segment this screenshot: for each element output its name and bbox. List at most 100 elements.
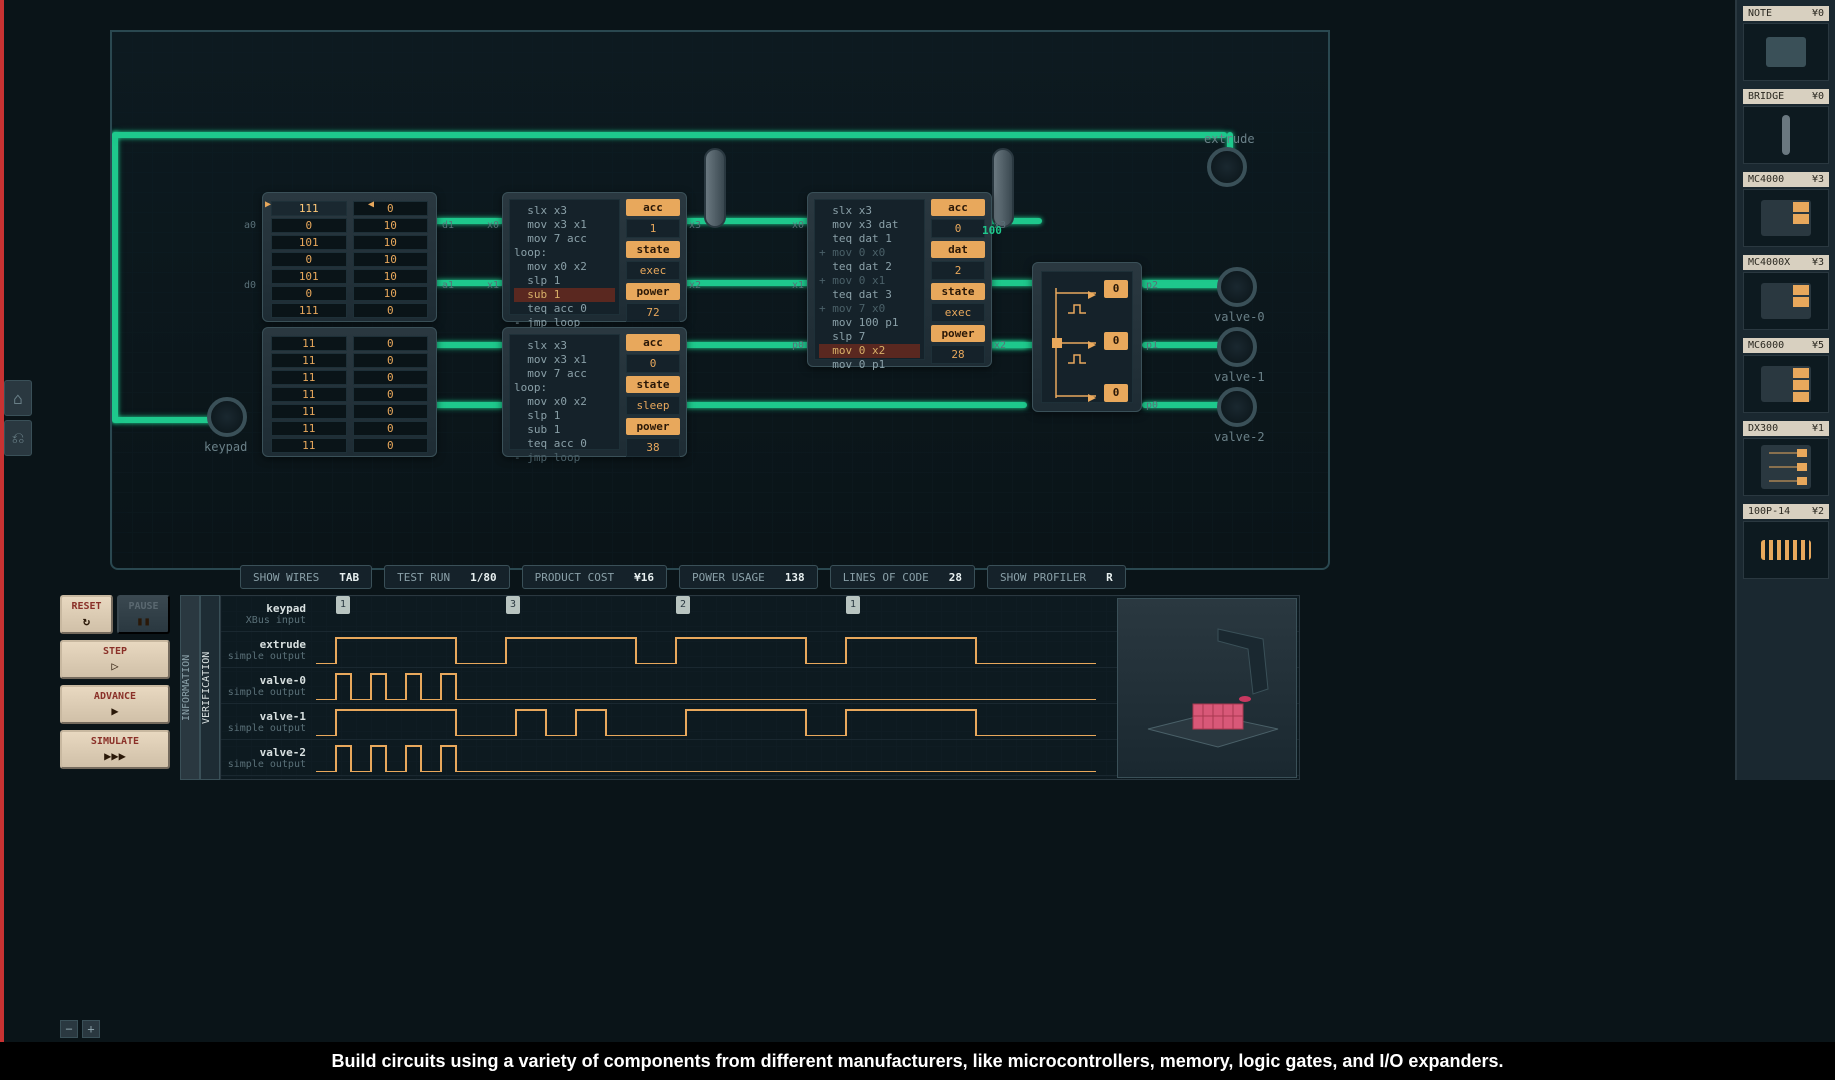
code-line[interactable]: mov x3 x1 bbox=[514, 218, 615, 232]
code-line[interactable]: mov 0 p1 bbox=[819, 358, 920, 372]
back-button[interactable]: ⎌ bbox=[4, 420, 32, 456]
port-extrude bbox=[1207, 147, 1247, 187]
code-line[interactable]: mov 7 acc bbox=[514, 367, 615, 381]
code-line[interactable]: + mov 7 x0 bbox=[819, 302, 920, 316]
verification-tab[interactable]: VERIFICATION bbox=[200, 595, 220, 780]
zoom-in-button[interactable]: + bbox=[82, 1020, 100, 1038]
memory-cell[interactable]: 11 bbox=[271, 421, 347, 436]
code-line[interactable]: mov 7 acc bbox=[514, 232, 615, 246]
code-line[interactable]: loop: bbox=[514, 246, 615, 260]
code-line[interactable]: mov x3 x1 bbox=[514, 353, 615, 367]
memory-cell[interactable]: 10 bbox=[353, 235, 429, 250]
code-line[interactable]: teq acc 0 bbox=[514, 437, 615, 451]
signal-tracks[interactable]: keypadXBus input 1321 extrudesimple outp… bbox=[220, 595, 1300, 780]
zoom-out-button[interactable]: − bbox=[60, 1020, 78, 1038]
code-line[interactable]: slx x3 bbox=[514, 204, 615, 218]
home-button[interactable]: ⌂ bbox=[4, 380, 32, 416]
code-editor-3[interactable]: slx x3 mov x3 dat teq dat 1+ mov 0 x0 te… bbox=[814, 199, 925, 360]
code-line[interactable]: slp 1 bbox=[514, 274, 615, 288]
part-item[interactable]: MC4000X¥3 bbox=[1743, 255, 1829, 330]
memory-cell[interactable]: 0 bbox=[353, 336, 429, 351]
part-item[interactable]: DX300¥1 bbox=[1743, 421, 1829, 496]
code-line[interactable]: mov x3 dat bbox=[819, 218, 920, 232]
code-line[interactable]: - jmp loop bbox=[514, 451, 615, 465]
mc-chip-3[interactable]: slx x3 mov x3 dat teq dat 1+ mov 0 x0 te… bbox=[807, 192, 992, 367]
memory-cell[interactable]: 0 bbox=[353, 370, 429, 385]
code-line[interactable]: mov 0 x2 bbox=[819, 344, 920, 358]
code-line[interactable]: mov x0 x2 bbox=[514, 260, 615, 274]
memory-cell[interactable]: 10 bbox=[353, 286, 429, 301]
parts-tray[interactable]: NOTE¥0BRIDGE¥0MC4000¥3MC4000X¥3MC6000¥5D… bbox=[1735, 0, 1835, 780]
memory-chip-1[interactable]: ▶ ◀ 111010101010111 010101010100 bbox=[262, 192, 437, 322]
code-line[interactable]: teq dat 1 bbox=[819, 232, 920, 246]
part-item[interactable]: 100P-14¥2 bbox=[1743, 504, 1829, 579]
code-line[interactable]: slp 7 bbox=[819, 330, 920, 344]
code-line[interactable]: mov 100 p1 bbox=[819, 316, 920, 330]
memory-cell[interactable]: 0 bbox=[353, 438, 429, 453]
code-editor-1[interactable]: slx x3 mov x3 x1 mov 7 accloop: mov x0 x… bbox=[509, 199, 620, 315]
part-price: ¥2 bbox=[1812, 506, 1824, 517]
bridge-2[interactable] bbox=[992, 148, 1014, 228]
memory-cell[interactable]: 10 bbox=[353, 218, 429, 233]
memory-cell[interactable]: 11 bbox=[271, 438, 347, 453]
part-price: ¥0 bbox=[1812, 91, 1824, 102]
expander-chip[interactable]: 0 0 0 bbox=[1032, 262, 1142, 412]
memory-cell[interactable]: 11 bbox=[271, 353, 347, 368]
memory-cell[interactable]: 11 bbox=[271, 336, 347, 351]
code-line[interactable]: teq dat 2 bbox=[819, 260, 920, 274]
memory-cell[interactable]: 0 bbox=[353, 404, 429, 419]
code-line[interactable]: sub 1 bbox=[514, 423, 615, 437]
code-line[interactable]: teq acc 0 bbox=[514, 302, 615, 316]
mc-chip-2[interactable]: slx x3 mov x3 x1 mov 7 accloop: mov x0 x… bbox=[502, 327, 687, 457]
code-line[interactable]: + mov 0 x1 bbox=[819, 274, 920, 288]
show-wires-toggle[interactable]: SHOW WIRESTAB bbox=[240, 565, 372, 589]
code-line[interactable]: loop: bbox=[514, 381, 615, 395]
code-line[interactable]: slp 1 bbox=[514, 409, 615, 423]
memory-cell[interactable]: 11 bbox=[271, 404, 347, 419]
code-editor-2[interactable]: slx x3 mov x3 x1 mov 7 accloop: mov x0 x… bbox=[509, 334, 620, 450]
memory-cell[interactable]: 101 bbox=[271, 269, 347, 284]
product-preview bbox=[1117, 598, 1297, 778]
memory-cell[interactable]: 0 bbox=[353, 201, 429, 216]
memory-cell[interactable]: 101 bbox=[271, 235, 347, 250]
memory-cell[interactable]: 10 bbox=[353, 269, 429, 284]
code-line[interactable]: teq dat 3 bbox=[819, 288, 920, 302]
part-price: ¥5 bbox=[1812, 340, 1824, 351]
part-name: MC6000 bbox=[1748, 340, 1784, 351]
memory-cell[interactable]: 111 bbox=[271, 201, 347, 216]
code-line[interactable]: + mov 0 x0 bbox=[819, 246, 920, 260]
memory-chip-2[interactable]: 11 11 11 11 11 11 11 0 0 0 0 0 0 0 bbox=[262, 327, 437, 457]
code-line[interactable]: mov x0 x2 bbox=[514, 395, 615, 409]
memory-cell[interactable]: 0 bbox=[271, 252, 347, 267]
part-item[interactable]: NOTE¥0 bbox=[1743, 6, 1829, 81]
status-bar: SHOW WIRESTAB TEST RUN1/80 PRODUCT COST¥… bbox=[240, 565, 1320, 589]
memory-cell[interactable]: 10 bbox=[353, 252, 429, 267]
memory-cell[interactable]: 0 bbox=[353, 387, 429, 402]
memory-cell[interactable]: 111 bbox=[271, 303, 347, 318]
bridge-1[interactable] bbox=[704, 148, 726, 228]
step-button[interactable]: STEP▷ bbox=[60, 640, 170, 679]
show-profiler-toggle[interactable]: SHOW PROFILERR bbox=[987, 565, 1126, 589]
advance-button[interactable]: ADVANCE▶ bbox=[60, 685, 170, 724]
simulate-button[interactable]: SIMULATE▶▶▶ bbox=[60, 730, 170, 769]
pause-button[interactable]: PAUSE▮▮ bbox=[117, 595, 170, 634]
memory-cell[interactable]: 0 bbox=[353, 303, 429, 318]
circuit-canvas[interactable]: keypad extrude valve-0 valve-1 valve-2 ▶… bbox=[110, 30, 1330, 570]
memory-cell[interactable]: 11 bbox=[271, 387, 347, 402]
reset-button[interactable]: RESET↻ bbox=[60, 595, 113, 634]
memory-cell[interactable]: 0 bbox=[271, 218, 347, 233]
mc-chip-1[interactable]: slx x3 mov x3 x1 mov 7 accloop: mov x0 x… bbox=[502, 192, 687, 322]
information-tab[interactable]: INFORMATION bbox=[180, 595, 200, 780]
part-item[interactable]: MC4000¥3 bbox=[1743, 172, 1829, 247]
memory-cell[interactable]: 11 bbox=[271, 370, 347, 385]
part-item[interactable]: MC6000 ¥5 bbox=[1743, 338, 1829, 413]
memory-cell[interactable]: 0 bbox=[353, 421, 429, 436]
code-line[interactable]: sub 1 bbox=[514, 288, 615, 302]
code-line[interactable]: slx x3 bbox=[819, 204, 920, 218]
part-name: NOTE bbox=[1748, 8, 1772, 19]
memory-cell[interactable]: 0 bbox=[353, 353, 429, 368]
part-item[interactable]: BRIDGE¥0 bbox=[1743, 89, 1829, 164]
memory-cell[interactable]: 0 bbox=[271, 286, 347, 301]
code-line[interactable]: slx x3 bbox=[514, 339, 615, 353]
reg-dat-value: 2 bbox=[931, 261, 985, 280]
